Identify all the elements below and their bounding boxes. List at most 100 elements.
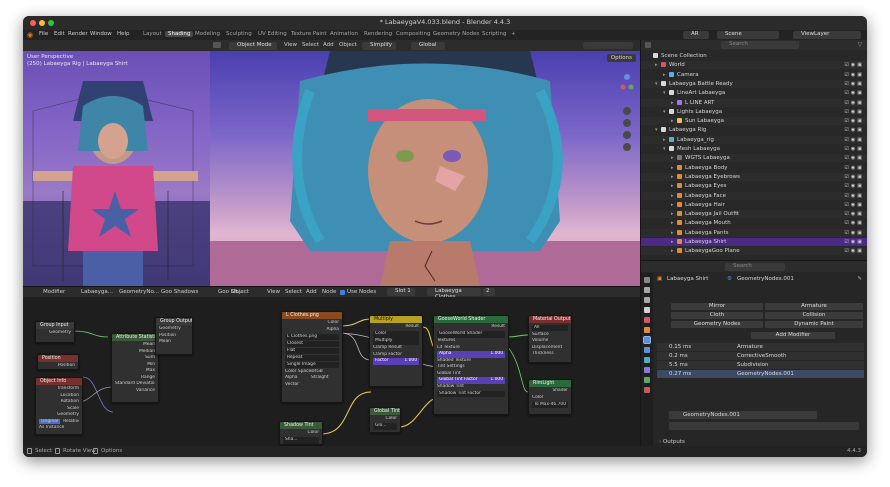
node-field[interactable]: Sha... [283,437,319,444]
outliner-item[interactable]: ▸ Labaeyga Pants ☑◉▣ [641,228,867,237]
expand-arrow-icon[interactable]: ▸ [671,154,674,162]
filter-icon[interactable] [645,42,651,48]
use-nodes-checkbox[interactable] [340,290,345,295]
blend-mode-selector[interactable]: Multiply [373,338,419,345]
tab-texture-paint[interactable]: Texture Paint [291,31,327,37]
material-selector[interactable]: Labaeyga Clothes [427,288,481,300]
modifier-selector[interactable]: Modifier [43,289,65,295]
viewport-menu-view[interactable]: View [284,42,297,48]
interpolation-selector[interactable]: Closest [285,340,339,347]
visibility-toggles-icon[interactable]: ☑◉▣ [838,211,864,217]
outliner-item[interactable]: ▸ Camera ☑◉▣ [641,71,867,79]
node-canvas[interactable]: Group Input Geometry Attribute Statistic… [23,297,640,446]
modifier-row-corrective-smooth[interactable]: 0.2 ms CorrectiveSmooth [657,352,864,360]
tab-render-icon[interactable] [644,287,650,293]
outliner-item[interactable]: ▾ Labaeyga Battle Ready ☑◉▣ [641,79,867,88]
tab-sculpting[interactable]: Sculpting [226,31,252,37]
expand-arrow-icon[interactable]: ▸ [671,192,674,200]
modifier-row-geometry-nodes[interactable]: 0.27 ms GeometryNodes.001 [657,370,864,378]
outliner-item[interactable]: ▾ LineArt Labaeyga ☑◉▣ [641,89,867,97]
expand-arrow-icon[interactable]: ▸ [663,71,666,79]
visibility-toggles-icon[interactable]: ☑◉▣ [838,100,864,106]
tab-constraints-icon[interactable] [644,367,650,373]
visibility-toggles-icon[interactable]: ☑◉▣ [838,155,864,161]
camera-view-pane[interactable]: User Perspective (250) Labaeyga Rig | La… [23,51,210,286]
tab-shading[interactable]: Shading [165,31,194,37]
visibility-toggles-icon[interactable]: ☑◉▣ [838,165,864,171]
expand-arrow-icon[interactable]: ▸ [655,61,658,69]
3d-viewport[interactable]: Object Mode View Select Add Object Simpl… [23,40,640,286]
group-input-node[interactable]: Group Input Geometry [35,321,75,343]
visibility-toggles-icon[interactable]: ☑◉▣ [838,230,864,236]
rim-light-node[interactable]: RimLight Shader Color To Max -46.700 [528,379,572,415]
projection-selector[interactable]: Flat [285,347,339,354]
visibility-toggles-icon[interactable]: ☑◉▣ [838,220,864,226]
tab-tool-icon[interactable] [644,277,650,283]
target-selector[interactable]: All [532,324,568,331]
tab-output-icon[interactable] [644,297,650,303]
visibility-toggles-icon[interactable]: ☑◉▣ [838,72,864,78]
visibility-toggles-icon[interactable]: ☑◉▣ [838,248,864,254]
cloth-button[interactable]: Cloth [671,312,763,319]
as-instance-checkbox[interactable]: As Instance [39,425,79,432]
factor-field[interactable]: Factor 1.000 [373,358,419,365]
position-node[interactable]: Position Position [37,354,79,370]
outliner-item[interactable]: ▸ Labaeyga Body ☑◉▣ [641,164,867,172]
visibility-toggles-icon[interactable]: ☑◉▣ [838,90,864,96]
tab-layout[interactable]: Layout [143,31,162,37]
tab-scene-icon[interactable] [644,307,650,313]
tab-uv-editing[interactable]: UV Editing [258,31,287,37]
menu-render[interactable]: Render [68,31,88,37]
shader-type-label[interactable]: Object [231,289,249,295]
node-menu-node[interactable]: Node [322,289,336,295]
shadow-tint-node[interactable]: Shadow Tint Color Sha... [279,421,323,445]
scene-selector[interactable]: Scene [717,31,779,39]
outliner-item[interactable]: ▾ Lights Labaeyga ☑◉▣ [641,108,867,116]
view-layer-selector[interactable]: ViewLayer [793,31,861,39]
multiply-node[interactable]: Multiply Result Color Multiply Clamp Result… [369,315,423,387]
outliner-item[interactable]: Scene Collection [641,52,867,60]
visibility-toggles-icon[interactable]: ☑◉▣ [838,62,864,68]
expand-arrow-icon[interactable]: ▾ [663,89,666,97]
visibility-toggles-icon[interactable]: ☑◉▣ [838,127,864,133]
blend-type-selector[interactable]: Color [373,331,419,338]
menu-help[interactable]: Help [117,31,130,37]
expand-arrow-icon[interactable]: ▸ [671,238,674,246]
expand-arrow-icon[interactable]: ▸ [671,173,674,181]
tab-rendering[interactable]: Rendering [364,31,392,37]
mirror-button[interactable]: Mirror [671,303,763,310]
visibility-toggles-icon[interactable]: ☑◉▣ [838,109,864,115]
visibility-toggles-icon[interactable]: ☑◉▣ [838,174,864,180]
pin-icon[interactable]: ✎ [857,276,862,282]
tab-modifiers-icon[interactable] [643,336,651,344]
geometry-nodes-button[interactable]: Geometry Nodes [671,321,763,328]
expand-arrow-icon[interactable]: ▾ [655,80,658,88]
visibility-toggles-icon[interactable]: ☑◉▣ [838,146,864,152]
expand-arrow-icon[interactable]: ▸ [671,182,674,190]
node-menu-add[interactable]: Add [306,289,317,295]
outliner-search-input[interactable]: Search [721,41,799,49]
shading-mode-buttons[interactable] [583,42,633,49]
shader-node-editor[interactable]: Modifier Labaeyga... GeometryNo... Goo S… [23,286,640,446]
outliner-item[interactable]: ▸ Labaeyga Face ☑◉▣ [641,191,867,200]
editor-type-icon[interactable] [213,42,221,48]
material-user-count[interactable]: 2 [483,288,495,296]
field-value[interactable]: 1.000 [404,358,417,365]
outliner-item[interactable]: ▸ Labaeyga Hair ☑◉▣ [641,201,867,209]
extension-selector[interactable]: Repeat [285,354,339,361]
tab-geometry-nodes[interactable]: Geometry Nodes [433,31,479,37]
outliner-item[interactable]: ▸ Labaeyga Eyebrows ☑◉▣ [641,172,867,181]
original-button[interactable]: Original [39,418,61,424]
tab-particles-icon[interactable] [644,347,650,353]
node-menu-select[interactable]: Select [285,289,302,295]
relative-button[interactable]: Relative [63,419,79,424]
visibility-toggles-icon[interactable]: ☑◉▣ [838,239,864,245]
options-button[interactable]: Options [606,54,636,62]
outliner-item[interactable]: ▸ L LINE ART ☑◉▣ [641,98,867,107]
menu-file[interactable]: File [39,31,48,37]
collision-button[interactable]: Collision [765,312,863,319]
image-texture-node[interactable]: L Clothes.png Color Alpha L Clothes.png Clo… [281,311,343,403]
tab-scripting[interactable]: Scripting [482,31,506,37]
outliner-item[interactable]: ▸ World ☑◉▣ [641,61,867,70]
tab-animation[interactable]: Animation [330,31,358,37]
